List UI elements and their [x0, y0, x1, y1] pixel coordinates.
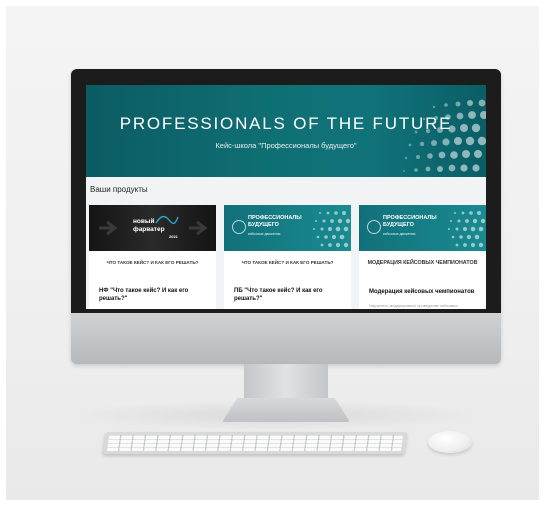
- product-card-pb[interactable]: ПРОФЕССИОНАЛЫ БУДУЩЕГО кейсовые движения: [224, 205, 351, 309]
- hero-subtitle: Кейс-школа "Профессионалы будущего": [215, 141, 357, 150]
- product-image: ПРОФЕССИОНАЛЫ БУДУЩЕГО кейсовые движения: [224, 205, 351, 251]
- product-card-moderation[interactable]: ПРОФЕССИОНАЛЫ БУДУЩЕГО кейсовые движения: [359, 205, 486, 309]
- mouse: [428, 431, 472, 453]
- monitor-stand-foot: [222, 398, 350, 422]
- hero-banner: PROFESSIONALS OF THE FUTURE Кейс-школа "…: [86, 85, 486, 177]
- brand-line-1: ПРОФЕССИОНАЛЫ: [383, 215, 437, 221]
- arrow-icon: [189, 220, 208, 236]
- product-image: ПРОФЕССИОНАЛЫ БУДУЩЕГО кейсовые движения: [359, 205, 486, 251]
- card-title: НФ "Что такое кейс? И как его решать?": [99, 288, 189, 302]
- brand-line-2: БУДУЩЕГО: [383, 222, 414, 228]
- dot-pattern-decoration: [403, 99, 486, 172]
- logo-icon: [367, 220, 381, 234]
- keyboard: [102, 432, 408, 454]
- brand-line-1: новый: [133, 218, 155, 225]
- card-caption: ЧТО ТАКОЕ КЕЙС? И КАК ЕГО РЕШАТЬ?: [106, 260, 199, 265]
- card-caption: ЧТО ТАКОЕ КЕЙС? И КАК ЕГО РЕШАТЬ?: [241, 260, 334, 265]
- wave-logo-icon: [155, 215, 179, 225]
- product-image: новый фарватер 2021: [89, 205, 216, 251]
- dot-pattern-decoration: [313, 211, 350, 248]
- monitor: PROFESSIONALS OF THE FUTURE Кейс-школа "…: [71, 69, 501, 364]
- hero-title: PROFESSIONALS OF THE FUTURE: [119, 114, 453, 133]
- keyboard-keys: [106, 435, 404, 451]
- card-caption: МОДЕРАЦИЯ КЕЙСОВЫХ ЧЕМПИОНАТОВ: [367, 260, 478, 266]
- brand-line-2: БУДУЩЕГО: [248, 222, 279, 228]
- brand-line-2: фарватер: [133, 226, 165, 233]
- products-section-title: Ваши продукты: [90, 185, 148, 194]
- brand-line-1: ПРОФЕССИОНАЛЫ: [248, 215, 302, 221]
- arrow-icon: [99, 220, 118, 236]
- card-description: Научитесь модерировать проведение кейсов…: [369, 303, 458, 308]
- card-title: Модерация кейсовых чемпионатов: [369, 289, 475, 295]
- logo-icon: [232, 220, 246, 234]
- monitor-chin: [71, 313, 501, 364]
- brand-tagline: кейсовые движения: [383, 232, 416, 236]
- card-title: ПБ "Что такое кейс? И как его решать?": [234, 288, 323, 302]
- monitor-stand-neck: [244, 364, 328, 400]
- dot-pattern-decoration: [448, 211, 485, 248]
- monitor-bezel: PROFESSIONALS OF THE FUTURE Кейс-школа "…: [71, 69, 501, 313]
- screen: PROFESSIONALS OF THE FUTURE Кейс-школа "…: [86, 85, 486, 309]
- brand-tagline: кейсовые движения: [248, 232, 281, 236]
- brand-year: 2021: [169, 234, 178, 239]
- product-card-nf[interactable]: новый фарватер 2021 ЧТО ТАКОЕ КЕЙС? И КА…: [89, 205, 216, 309]
